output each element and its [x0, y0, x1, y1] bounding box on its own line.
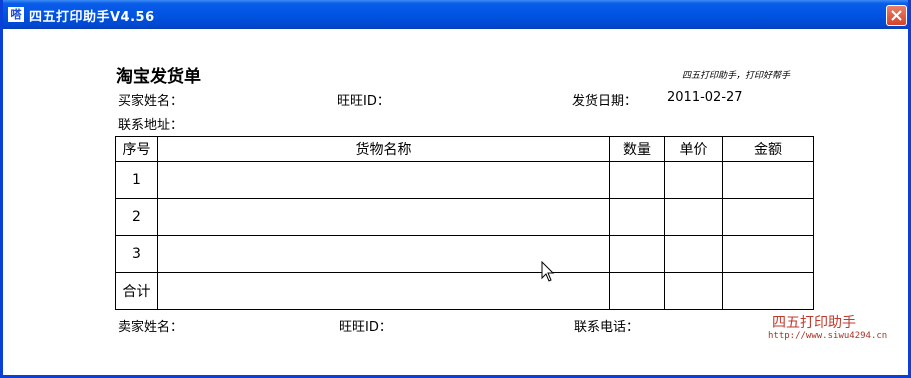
- goods-table: 序号 货物名称 数量 单价 金额 1 2 3 合计: [115, 136, 814, 310]
- phone-label: 联系电话：: [574, 320, 640, 335]
- app-icon[interactable]: 嗒: [8, 7, 24, 22]
- table-total-row: 合计: [115, 272, 814, 310]
- col-header-index: 序号: [115, 136, 158, 162]
- ship-date-label: 发货日期：: [572, 94, 638, 109]
- cell-index: 1: [115, 161, 158, 199]
- table-row: 2: [115, 198, 814, 236]
- buyer-wangwang-label: 旺旺ID：: [337, 94, 390, 109]
- table-row: 3: [115, 235, 814, 273]
- address-label: 联系地址：: [118, 118, 184, 133]
- slogan-text: 四五打印助手，打印好帮手: [682, 71, 791, 81]
- close-button[interactable]: [886, 5, 907, 26]
- cell-quantity: [609, 161, 665, 199]
- col-header-quantity: 数量: [609, 136, 665, 162]
- col-header-amount: 金额: [722, 136, 814, 162]
- ship-date-value: 2011-02-27: [667, 90, 743, 105]
- brand-name: 四五打印助手: [772, 315, 856, 331]
- seller-wangwang-label: 旺旺ID：: [339, 320, 392, 335]
- table-row: 1: [115, 161, 814, 199]
- cell-unit-price: [664, 161, 723, 199]
- seller-name-label: 卖家姓名：: [118, 320, 184, 335]
- cell-quantity: [609, 235, 665, 273]
- cell-amount: [722, 272, 814, 310]
- cell-index: 2: [115, 198, 158, 236]
- document-title: 淘宝发货单: [116, 67, 201, 87]
- close-icon: [891, 10, 902, 21]
- buyer-name-label: 买家姓名：: [118, 94, 184, 109]
- cell-unit-price: [664, 198, 723, 236]
- cell-unit-price: [664, 235, 723, 273]
- main-window: 嗒 四五打印助手V4.56 淘宝发货单 四五打印助手，打印好帮手 买家姓名： 旺…: [0, 0, 911, 378]
- cell-quantity: [609, 198, 665, 236]
- cell-amount: [722, 161, 814, 199]
- website-url[interactable]: http://www.siwu4294.cn: [768, 331, 887, 341]
- cell-quantity: [609, 272, 665, 310]
- window-title: 四五打印助手V4.56: [29, 10, 155, 25]
- cell-amount: [722, 235, 814, 273]
- cell-index: 3: [115, 235, 158, 273]
- cell-amount: [722, 198, 814, 236]
- col-header-unit-price: 单价: [664, 136, 723, 162]
- cell-unit-price: [664, 272, 723, 310]
- title-bar[interactable]: 嗒 四五打印助手V4.56: [3, 0, 908, 29]
- cell-total-label: 合计: [115, 272, 158, 310]
- table-header-row: 序号 货物名称 数量 单价 金额: [115, 136, 814, 162]
- cell-goods-name: [157, 198, 610, 236]
- mouse-cursor-icon: [541, 261, 555, 282]
- col-header-goods-name: 货物名称: [157, 136, 610, 162]
- cell-goods-name: [157, 161, 610, 199]
